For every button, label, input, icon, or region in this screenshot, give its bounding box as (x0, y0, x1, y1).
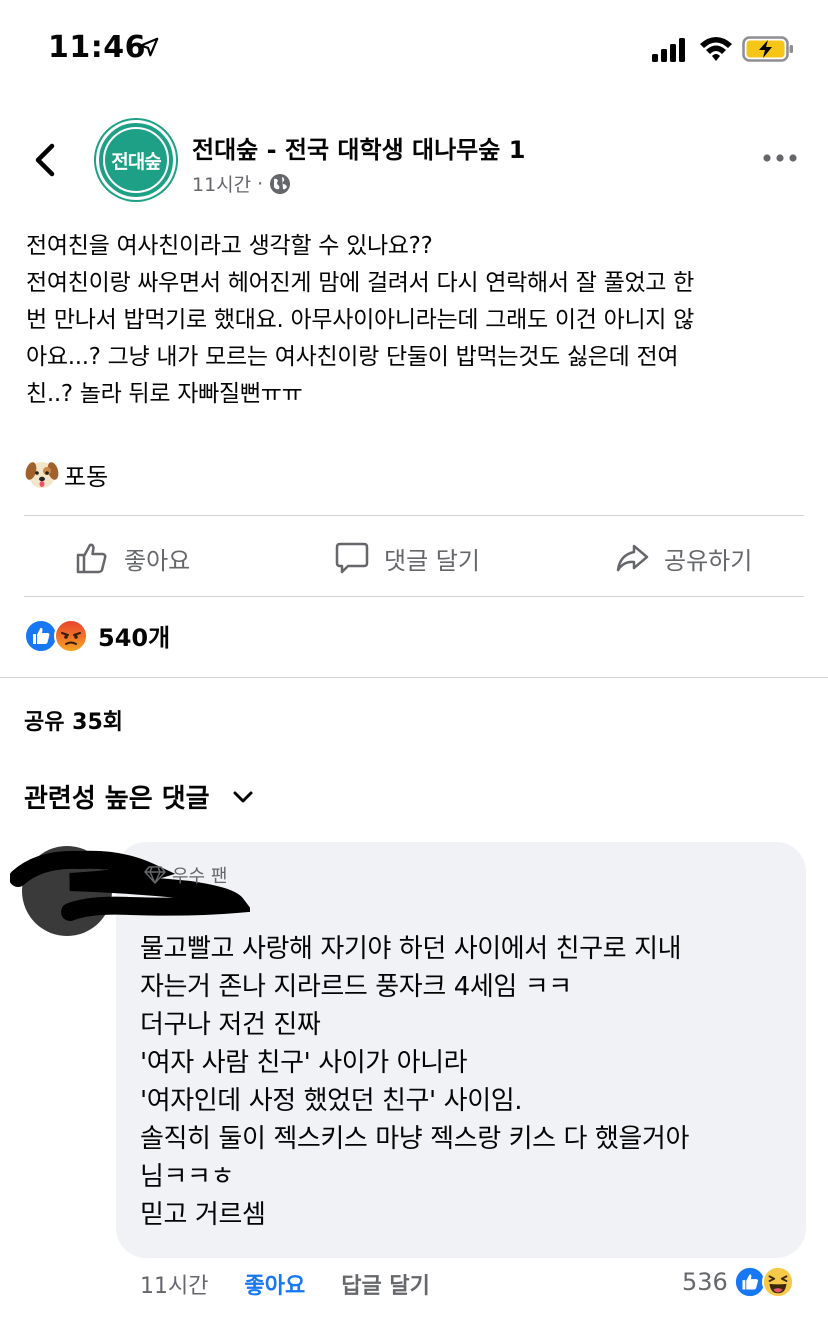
comments-filter-dropdown[interactable]: 관련성 높은 댓글 (24, 778, 254, 815)
battery-charging-icon (742, 36, 793, 62)
page-avatar[interactable]: 전대숲 (96, 120, 176, 200)
share-button[interactable]: 공유하기 (614, 534, 752, 582)
share-count[interactable]: 공유 35회 (24, 704, 123, 736)
comment-actions: 11시간 좋아요 답글 달기 (140, 1268, 430, 1300)
comment-line: 님ㅋㅋㅎ (140, 1162, 235, 1192)
post-body: 전여친을 여사친이라고 생각할 수 있나요?? 전여친이랑 싸우면서 헤어진게 … (26, 228, 806, 413)
share-arrow-icon (616, 544, 649, 572)
top-fan-label: 우수 팬 (172, 866, 228, 887)
comment-line: '여자인데 사정 했었던 친구' 사이임. (140, 1086, 523, 1116)
cellular-signal-icon (652, 38, 685, 62)
comment-time[interactable]: 11시간 (140, 1268, 208, 1300)
post-body-line: 친..? 놀라 뒤로 자빠질뻔ㅠㅠ (26, 381, 303, 407)
divider (24, 515, 804, 516)
comment-reply-link[interactable]: 답글 달기 (341, 1268, 430, 1300)
comment-text: 물고빨고 사랑해 자기야 하던 사이에서 친구로 지내 자는거 존나 지라르드 … (140, 930, 800, 1234)
comment-button[interactable]: 댓글 달기 (334, 534, 480, 582)
post-body-line: 전여친을 여사친이라고 생각할 수 있나요?? (26, 233, 433, 259)
back-arrow-icon[interactable] (30, 142, 62, 178)
post-time[interactable]: 11시간 (192, 170, 251, 197)
comment-line: 자는거 존나 지라르드 풍자크 4세임 ㅋㅋ (140, 972, 572, 1002)
haha-reaction-icon (761, 1266, 794, 1298)
like-button[interactable]: 좋아요 (74, 534, 190, 582)
post-body-line: 번 만나서 밥먹기로 했대요. 아무사이아니라는데 그래도 이건 아니지 않 (26, 307, 695, 333)
angry-reaction-icon (54, 618, 88, 653)
meta-separator: · (257, 172, 264, 195)
globe-icon (270, 173, 291, 194)
like-reaction-icon (24, 618, 58, 653)
divider (24, 596, 804, 597)
comment-button-label: 댓글 달기 (384, 546, 480, 575)
thumbs-up-icon (76, 543, 107, 574)
location-arrow-icon (139, 37, 159, 57)
post-body-line: 아요...? 그냥 내가 모르는 여사친이랑 단둘이 밥먹는것도 싫은데 전여 (26, 344, 679, 370)
reaction-count: 540개 (98, 624, 171, 652)
status-bar: 11:46 (0, 0, 828, 100)
dog-face-emoji-icon (25, 462, 59, 488)
like-button-label: 좋아요 (124, 546, 191, 575)
post-signature: 포동 (24, 456, 108, 492)
comments-filter-label: 관련성 높은 댓글 (24, 784, 210, 814)
comment-line: '여자 사람 친구' 사이가 아니라 (140, 1048, 468, 1078)
status-time: 11:46 (48, 30, 146, 65)
post-meta: 11시간 · (192, 170, 291, 197)
page-avatar-text: 전대숲 (103, 127, 169, 193)
signature-text: 포동 (64, 462, 109, 491)
post-body-line: 전여친이랑 싸우면서 헤어진게 맘에 걸려서 다시 연락해서 잘 풀었고 한 (26, 270, 695, 296)
comment-reaction-count: 536 (682, 1268, 728, 1296)
section-divider (0, 677, 828, 678)
top-fan-badge: 우수 팬 (144, 862, 227, 888)
page-name[interactable]: 전대숲 - 전국 대학생 대나무숲 1 (192, 130, 525, 165)
comment-reactions[interactable]: 536 (682, 1266, 794, 1298)
comment-line: 물고빨고 사랑해 자기야 하던 사이에서 친구로 지내 (140, 934, 682, 964)
wifi-icon (700, 37, 732, 61)
comment-like-link[interactable]: 좋아요 (244, 1268, 305, 1300)
comment-line: 믿고 거르셈 (140, 1200, 266, 1230)
comment-line: 솔직히 둘이 젝스키스 마냥 젝스랑 키스 다 했을거아 (140, 1124, 689, 1154)
comment-bubble-icon (335, 542, 369, 574)
diamond-icon (144, 866, 166, 884)
comment-line: 더구나 저건 진짜 (140, 1010, 321, 1040)
chevron-down-icon (233, 791, 253, 802)
reactions-summary[interactable]: 540개 (24, 618, 170, 653)
share-button-label: 공유하기 (664, 546, 753, 575)
more-options-icon[interactable] (760, 150, 800, 166)
